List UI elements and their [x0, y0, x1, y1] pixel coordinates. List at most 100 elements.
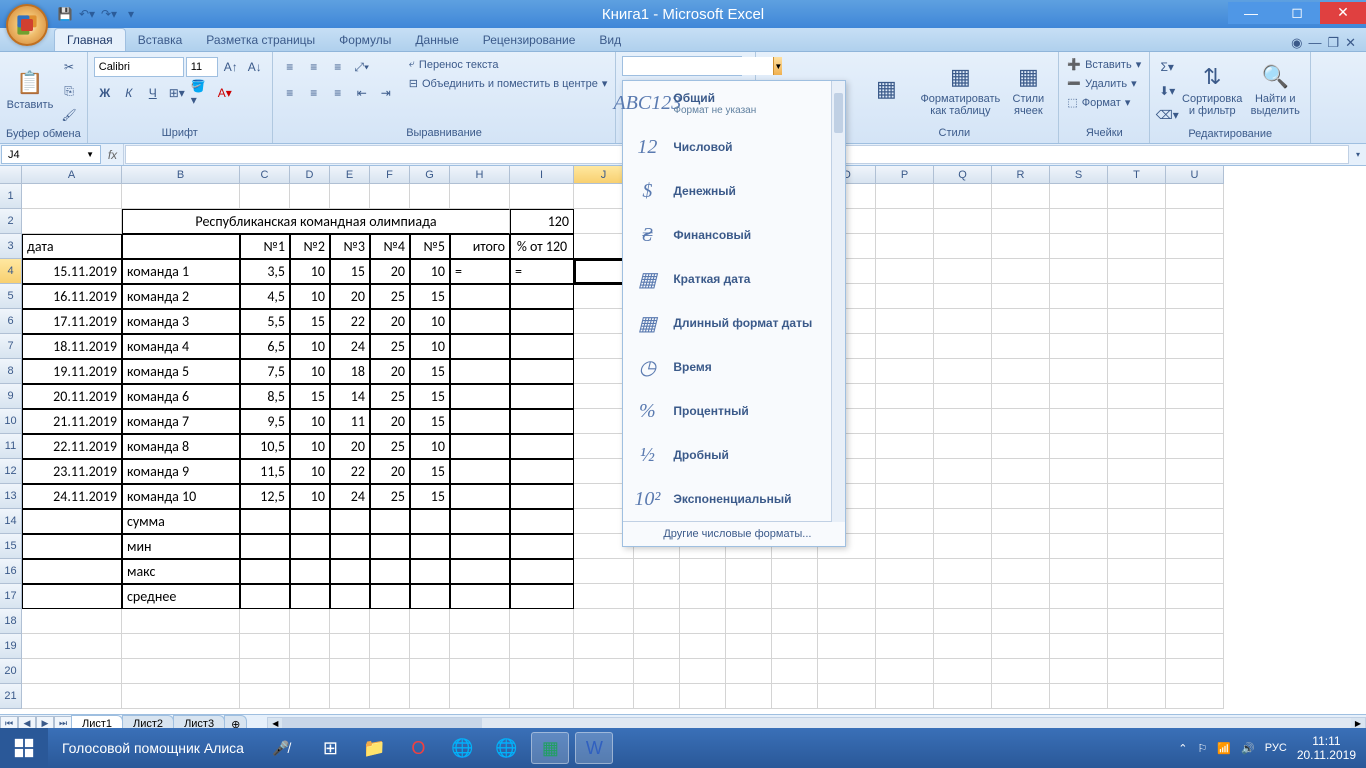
row-header[interactable]: 5	[0, 284, 22, 309]
number-format-input[interactable]	[623, 57, 773, 75]
shrink-font-icon[interactable]: A↓	[244, 56, 266, 78]
cell[interactable]	[876, 484, 934, 509]
number-format-item[interactable]: ▦ Краткая дата	[623, 257, 845, 301]
cell[interactable]	[510, 184, 574, 209]
cell[interactable]: 15	[410, 459, 450, 484]
cell[interactable]: 25	[370, 334, 410, 359]
cell[interactable]	[992, 209, 1050, 234]
taskbar-explorer-icon[interactable]: 📁	[355, 732, 393, 764]
row-header[interactable]: 13	[0, 484, 22, 509]
cell[interactable]: 20	[370, 409, 410, 434]
taskbar-opera-icon[interactable]: O	[399, 732, 437, 764]
row-header[interactable]: 2	[0, 209, 22, 234]
cell[interactable]	[1166, 209, 1224, 234]
undo-icon[interactable]: ↶▾	[78, 5, 96, 23]
cell[interactable]	[876, 334, 934, 359]
column-header[interactable]: B	[122, 166, 240, 184]
cell[interactable]: №1	[240, 234, 290, 259]
align-left-icon[interactable]: ≡	[279, 82, 301, 104]
cell[interactable]	[934, 509, 992, 534]
cell[interactable]	[1108, 384, 1166, 409]
cell[interactable]: дата	[22, 234, 122, 259]
cell[interactable]	[992, 484, 1050, 509]
cell[interactable]	[22, 659, 122, 684]
cell[interactable]	[1108, 659, 1166, 684]
cell[interactable]	[574, 659, 634, 684]
cell[interactable]	[1166, 609, 1224, 634]
cell[interactable]	[510, 509, 574, 534]
cell[interactable]	[1166, 459, 1224, 484]
cell[interactable]	[934, 209, 992, 234]
cell[interactable]: 15	[410, 409, 450, 434]
cell[interactable]	[934, 409, 992, 434]
cell[interactable]	[330, 584, 370, 609]
cell[interactable]	[1108, 184, 1166, 209]
cell[interactable]	[726, 684, 772, 709]
cell[interactable]	[876, 459, 934, 484]
cell[interactable]: команда 4	[122, 334, 240, 359]
cell[interactable]	[1108, 234, 1166, 259]
cell[interactable]	[510, 284, 574, 309]
cell[interactable]: 20	[370, 259, 410, 284]
cell[interactable]: 25	[370, 434, 410, 459]
number-format-item[interactable]: $ Денежный	[623, 169, 845, 213]
cell[interactable]: =	[450, 259, 510, 284]
cell[interactable]	[1166, 334, 1224, 359]
cell[interactable]	[818, 684, 876, 709]
cell[interactable]: 25	[370, 384, 410, 409]
row-header[interactable]: 21	[0, 684, 22, 709]
cell[interactable]	[122, 634, 240, 659]
cell[interactable]: 22.11.2019	[22, 434, 122, 459]
cell[interactable]	[370, 609, 410, 634]
row-header[interactable]: 3	[0, 234, 22, 259]
cell[interactable]	[510, 434, 574, 459]
cell[interactable]	[22, 534, 122, 559]
cell[interactable]	[330, 184, 370, 209]
cell[interactable]	[1166, 309, 1224, 334]
cell[interactable]: 14	[330, 384, 370, 409]
tab-home[interactable]: Главная	[54, 28, 126, 51]
cell[interactable]	[992, 584, 1050, 609]
cell[interactable]	[1050, 584, 1108, 609]
cell[interactable]	[1050, 234, 1108, 259]
cell[interactable]: 19.11.2019	[22, 359, 122, 384]
column-header[interactable]: C	[240, 166, 290, 184]
cell[interactable]	[1166, 409, 1224, 434]
cell[interactable]: =	[510, 259, 574, 284]
group-styles-title[interactable]: Стили	[856, 125, 1052, 141]
tray-up-icon[interactable]: ⌃	[1178, 742, 1187, 755]
cell[interactable]	[876, 359, 934, 384]
cell[interactable]	[122, 184, 240, 209]
row-header[interactable]: 8	[0, 359, 22, 384]
cell[interactable]	[574, 634, 634, 659]
cell[interactable]	[450, 359, 510, 384]
cell[interactable]: 15	[410, 384, 450, 409]
cell[interactable]: команда 10	[122, 484, 240, 509]
cell[interactable]	[934, 384, 992, 409]
column-header[interactable]: A	[22, 166, 122, 184]
sort-filter-button[interactable]: ⇅Сортировка и фильтр	[1182, 56, 1242, 122]
cell[interactable]	[818, 559, 876, 584]
cell[interactable]: 15	[410, 284, 450, 309]
cell[interactable]	[876, 259, 934, 284]
cell[interactable]	[992, 609, 1050, 634]
cell[interactable]: команда 2	[122, 284, 240, 309]
doc-minimize-icon[interactable]: —	[1308, 35, 1321, 51]
cell[interactable]	[1108, 584, 1166, 609]
taskbar-mic-icon[interactable]: 🎤̸	[258, 728, 303, 768]
taskbar-word-icon[interactable]: W	[575, 732, 613, 764]
cell[interactable]	[992, 359, 1050, 384]
cell[interactable]	[410, 634, 450, 659]
cell[interactable]	[22, 684, 122, 709]
cell[interactable]	[510, 409, 574, 434]
taskbar-taskview-icon[interactable]: ⊞	[311, 732, 349, 764]
align-center-icon[interactable]: ≡	[303, 82, 325, 104]
cell[interactable]	[1050, 259, 1108, 284]
format-cells-button[interactable]: ⬚ Формат ▾	[1065, 94, 1132, 111]
cell[interactable]	[876, 309, 934, 334]
cell[interactable]: 20	[370, 459, 410, 484]
indent-inc-icon[interactable]: ⇥	[375, 82, 397, 104]
cell[interactable]	[510, 634, 574, 659]
cell[interactable]	[876, 559, 934, 584]
row-header[interactable]: 1	[0, 184, 22, 209]
